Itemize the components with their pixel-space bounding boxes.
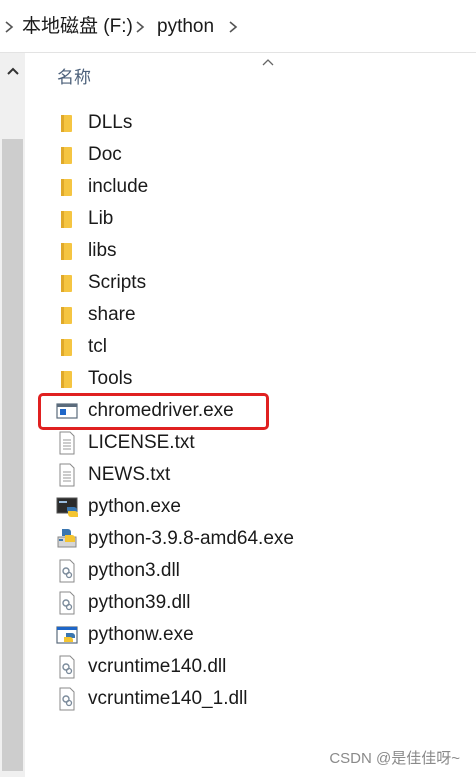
folder-icon <box>56 271 78 295</box>
file-row[interactable]: vcruntime140_1.dll <box>52 683 452 715</box>
highlight-box <box>38 393 269 430</box>
installer-icon <box>56 527 78 551</box>
file-row[interactable]: libs <box>52 235 452 267</box>
file-row[interactable]: share <box>52 299 452 331</box>
chevron-right-icon[interactable] <box>133 19 147 35</box>
sort-ascending-icon <box>262 59 274 66</box>
file-row[interactable]: LICENSE.txt <box>52 427 452 459</box>
file-name: Scripts <box>88 272 147 293</box>
file-name: LICENSE.txt <box>88 432 195 453</box>
file-row[interactable]: python.exe <box>52 491 452 523</box>
file-name: python39.dll <box>88 592 191 613</box>
file-name: include <box>88 176 149 197</box>
file-name: tcl <box>88 336 107 357</box>
nav-pane-scrollbar[interactable] <box>0 53 25 777</box>
file-row[interactable]: Tools <box>52 363 452 395</box>
folder-icon <box>56 335 78 359</box>
file-row[interactable]: python-3.9.8-amd64.exe <box>52 523 452 555</box>
file-name: pythonw.exe <box>88 624 194 645</box>
file-row[interactable]: Lib <box>52 203 452 235</box>
file-name: vcruntime140_1.dll <box>88 688 248 709</box>
folder-icon <box>56 111 78 135</box>
file-name: NEWS.txt <box>88 464 171 485</box>
file-row[interactable]: pythonw.exe <box>52 619 452 651</box>
python-exe-icon <box>56 495 78 519</box>
dll-file-icon <box>56 559 78 583</box>
folder-icon <box>56 207 78 231</box>
file-name: libs <box>88 240 117 261</box>
text-file-icon <box>56 463 78 487</box>
pythonw-exe-icon <box>56 623 78 647</box>
scroll-up-arrow-icon[interactable] <box>6 66 20 76</box>
file-name: python.exe <box>88 496 181 517</box>
dll-file-icon <box>56 687 78 711</box>
breadcrumb-python[interactable]: python <box>157 0 214 52</box>
file-name: Doc <box>88 144 122 165</box>
chevron-right-icon[interactable] <box>2 19 16 35</box>
file-row[interactable]: Scripts <box>52 267 452 299</box>
file-row[interactable]: include <box>52 171 452 203</box>
dll-file-icon <box>56 655 78 679</box>
file-row[interactable]: python39.dll <box>52 587 452 619</box>
file-name: python3.dll <box>88 560 180 581</box>
file-name: python-3.9.8-amd64.exe <box>88 528 294 549</box>
file-row[interactable]: Doc <box>52 139 452 171</box>
folder-icon <box>56 303 78 327</box>
scrollbar-thumb[interactable] <box>2 139 23 771</box>
file-name: vcruntime140.dll <box>88 656 227 677</box>
folder-icon <box>56 367 78 391</box>
file-row[interactable]: python3.dll <box>52 555 452 587</box>
dll-file-icon <box>56 591 78 615</box>
file-name: DLLs <box>88 112 133 133</box>
file-row[interactable]: NEWS.txt <box>52 459 452 491</box>
folder-icon <box>56 239 78 263</box>
folder-icon <box>56 143 78 167</box>
watermark: CSDN @是佳佳呀~ <box>329 750 460 767</box>
file-name: Lib <box>88 208 114 229</box>
folder-icon <box>56 175 78 199</box>
column-header-name[interactable]: 名称 <box>57 67 91 89</box>
file-row[interactable]: tcl <box>52 331 452 363</box>
file-name: share <box>88 304 136 325</box>
file-row[interactable]: DLLs <box>52 107 452 139</box>
file-name: Tools <box>88 368 133 389</box>
chevron-right-icon[interactable] <box>226 19 240 35</box>
file-row[interactable]: vcruntime140.dll <box>52 651 452 683</box>
address-bar[interactable]: 本地磁盘 (F:) python <box>0 0 476 53</box>
breadcrumb-drive[interactable]: 本地磁盘 (F:) <box>22 0 133 52</box>
text-file-icon <box>56 431 78 455</box>
